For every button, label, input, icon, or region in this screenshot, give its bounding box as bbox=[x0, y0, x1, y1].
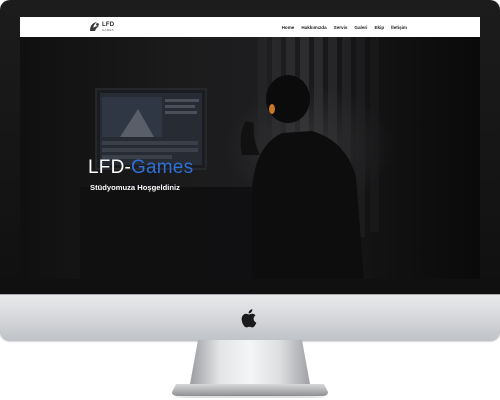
site-navbar: LFD GAMES Home Hakkımızda Servis Galeri … bbox=[20, 17, 480, 38]
hero-subtitle: Stüdyomuza Hoşgeldiniz bbox=[90, 183, 180, 192]
nav-item-iletisim[interactable]: İletişim bbox=[391, 25, 407, 30]
monitor-screen: LFD GAMES Home Hakkımızda Servis Galeri … bbox=[20, 17, 480, 279]
apple-icon bbox=[241, 309, 257, 328]
nav-item-hakkimizda[interactable]: Hakkımızda bbox=[301, 25, 326, 30]
hero-title-accent: Games bbox=[131, 157, 194, 178]
nav-menu: Home Hakkımızda Servis Galeri Ekip İleti… bbox=[282, 17, 407, 37]
nav-item-servis[interactable]: Servis bbox=[334, 25, 348, 30]
hero-section: LFD-Games Stüdyomuza Hoşgeldiniz bbox=[20, 37, 480, 279]
imac-mockup: LFD GAMES Home Hakkımızda Servis Galeri … bbox=[0, 0, 500, 400]
site-logo[interactable]: LFD GAMES bbox=[89, 20, 114, 34]
hero-title-prefix: LFD- bbox=[88, 157, 132, 178]
nav-item-home[interactable]: Home bbox=[282, 25, 295, 30]
logo-emblem-icon bbox=[90, 22, 99, 31]
monitor-stand bbox=[172, 340, 328, 398]
hero-title: LFD-Games bbox=[88, 157, 193, 179]
logo-subtext: GAMES bbox=[102, 28, 114, 32]
logo-wordmark: LFD GAMES bbox=[102, 22, 114, 32]
nav-item-galeri[interactable]: Galeri bbox=[354, 25, 367, 30]
nav-item-ekip[interactable]: Ekip bbox=[374, 25, 384, 30]
